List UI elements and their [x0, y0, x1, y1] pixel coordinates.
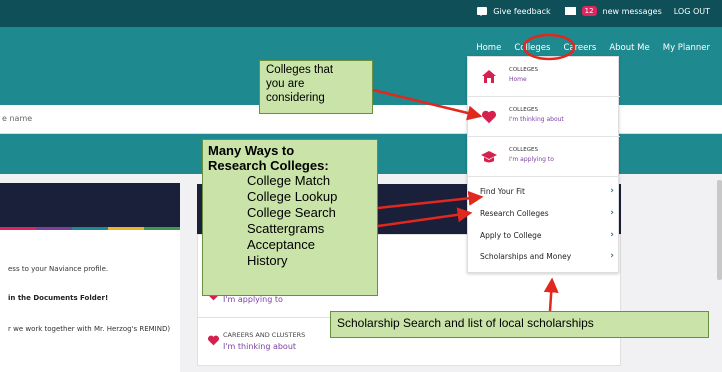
- applying-to-link[interactable]: I'm applying to: [223, 295, 283, 304]
- chevron-right-icon: ›: [610, 208, 614, 218]
- heart-icon: [482, 110, 496, 124]
- main-nav: Home Colleges Careers About Me My Planne…: [476, 43, 710, 53]
- dropdown-find-your-fit[interactable]: Find Your Fit ›: [480, 186, 614, 197]
- chevron-right-icon: ›: [610, 186, 614, 196]
- dropdown-item-title: COLLEGES: [509, 67, 539, 73]
- nav-about-me[interactable]: About Me: [609, 43, 649, 53]
- link-label: Scholarships and Money: [480, 252, 572, 261]
- careers-thinking-about-link[interactable]: I'm thinking about: [223, 342, 296, 351]
- annotation-scholarship-search: Scholarship Search and list of local sch…: [330, 311, 709, 338]
- dropdown-colleges-thinking[interactable]: COLLEGES I'm thinking about: [468, 97, 620, 137]
- colleges-dropdown: COLLEGES Home COLLEGES I'm thinking abou…: [467, 56, 620, 273]
- annotation-colleges-considering: Colleges that you are considering: [259, 60, 373, 114]
- link-label: Research Colleges: [480, 209, 549, 218]
- annotation-line: you are: [266, 78, 305, 90]
- nav-my-planner[interactable]: My Planner: [663, 43, 710, 53]
- annotation-heading: Research Colleges:: [208, 158, 329, 173]
- left-panel-banner: [0, 183, 180, 227]
- chevron-right-icon: ›: [610, 230, 614, 240]
- dropdown-colleges-home[interactable]: COLLEGES Home: [468, 57, 620, 97]
- message-count-badge[interactable]: 12: [581, 6, 597, 16]
- annotation-item: College Match: [247, 173, 331, 188]
- color-stripes: [0, 227, 180, 230]
- annotation-item: Acceptance: [247, 237, 315, 252]
- annotation-item: Scattergrams: [247, 221, 325, 236]
- nav-colleges[interactable]: Colleges: [514, 43, 550, 53]
- left-panel-text-3: r we work together with Mr. Herzog's REM…: [8, 325, 171, 333]
- logout-link[interactable]: LOG OUT: [674, 7, 710, 16]
- link-label: Apply to College: [480, 231, 542, 240]
- annotation-heading: Many Ways to: [208, 143, 295, 158]
- left-panel: ess to your Naviance profile. in the Doc…: [0, 183, 180, 372]
- house-icon: [482, 70, 496, 83]
- dropdown-research-colleges[interactable]: Research Colleges ›: [480, 208, 614, 219]
- dropdown-item-title: COLLEGES: [509, 147, 539, 153]
- dropdown-item-sub: I'm thinking about: [509, 116, 564, 123]
- scrollbar[interactable]: [717, 180, 722, 280]
- dropdown-item-title: COLLEGES: [509, 107, 539, 113]
- dropdown-scholarships-money[interactable]: Scholarships and Money ›: [480, 251, 614, 262]
- link-label: Find Your Fit: [480, 187, 525, 196]
- nav-home[interactable]: Home: [476, 43, 501, 53]
- dropdown-item-sub: Home: [509, 76, 527, 83]
- dropdown-apply-to-college[interactable]: Apply to College ›: [480, 230, 614, 241]
- dropdown-colleges-applying[interactable]: COLLEGES I'm applying to: [468, 137, 620, 177]
- annotation-item: History: [247, 253, 288, 268]
- new-messages-link[interactable]: new messages: [603, 7, 662, 16]
- annotation-line: considering: [266, 92, 325, 104]
- careers-clusters-label: CAREERS AND CLUSTERS: [223, 331, 306, 339]
- dropdown-item-sub: I'm applying to: [509, 156, 554, 163]
- left-panel-text-1: ess to your Naviance profile.: [8, 265, 109, 273]
- annotation-item: College Lookup: [247, 189, 338, 204]
- feedback-icon: [477, 7, 488, 16]
- give-feedback-link[interactable]: Give feedback: [493, 7, 550, 16]
- nav-careers[interactable]: Careers: [563, 43, 596, 53]
- graduation-cap-icon: [481, 151, 497, 163]
- chevron-right-icon: ›: [610, 251, 614, 261]
- top-bar-actions: Give feedback 12 new messages LOG OUT: [477, 6, 710, 16]
- annotation-item: College Search: [247, 205, 336, 220]
- left-panel-text-2[interactable]: in the Documents Folder!: [8, 294, 108, 302]
- top-bar: Give feedback 12 new messages LOG OUT: [0, 0, 722, 27]
- annotation-line: Colleges that: [266, 64, 334, 76]
- annotation-research-colleges: Many Ways to Research Colleges: College …: [202, 139, 378, 296]
- mail-icon: [564, 7, 576, 15]
- heart-icon: [208, 335, 219, 346]
